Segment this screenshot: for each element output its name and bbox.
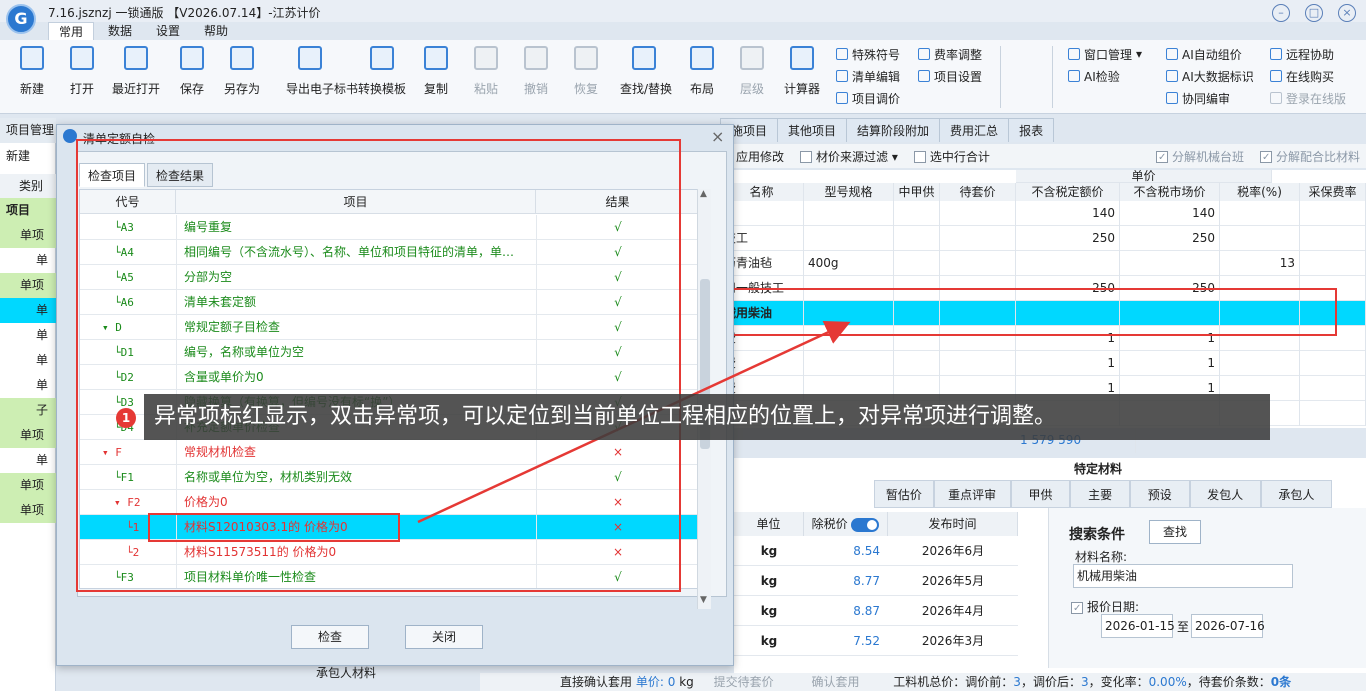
step-badge: 1 (116, 408, 136, 428)
tip-callout: 异常项标红显示，双击异常项，可以定位到当前单位工程相应的位置上，对异常项进行调整… (144, 394, 1270, 440)
annotation-arrow (417, 321, 851, 524)
